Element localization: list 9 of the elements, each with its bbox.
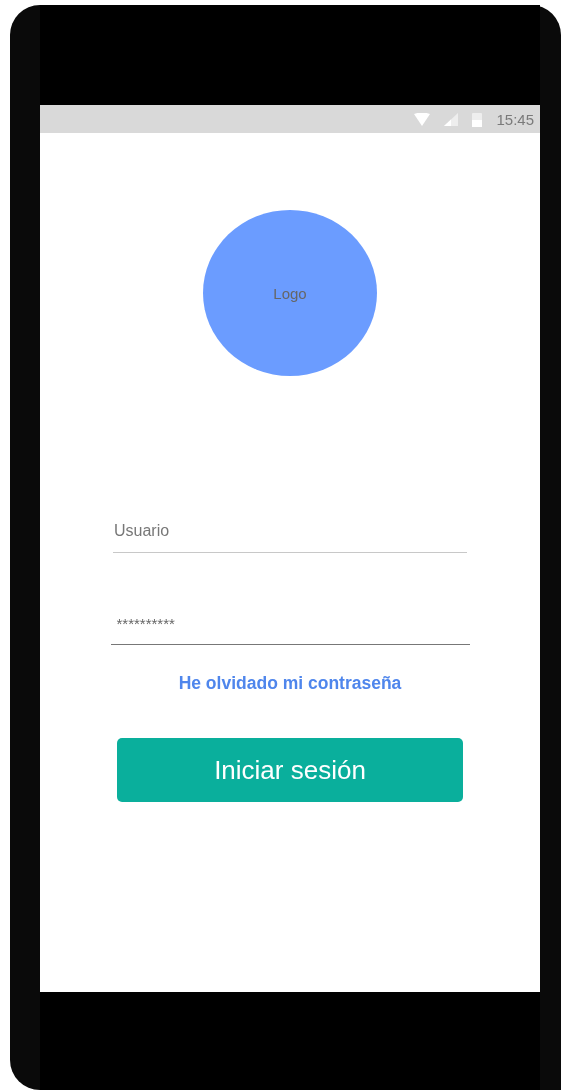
status-time: 15:45: [496, 110, 534, 128]
username-field[interactable]: Usuario: [113, 516, 467, 553]
battery-icon: [472, 111, 483, 127]
login-button[interactable]: Iniciar sesión: [117, 738, 463, 802]
signal-icon: [444, 112, 459, 126]
password-field[interactable]: **********: [110, 609, 470, 645]
wifi-icon: [414, 112, 431, 126]
forgot-password-link[interactable]: He olvidado mi contraseña: [178, 673, 402, 694]
logo: Logo: [203, 210, 377, 376]
